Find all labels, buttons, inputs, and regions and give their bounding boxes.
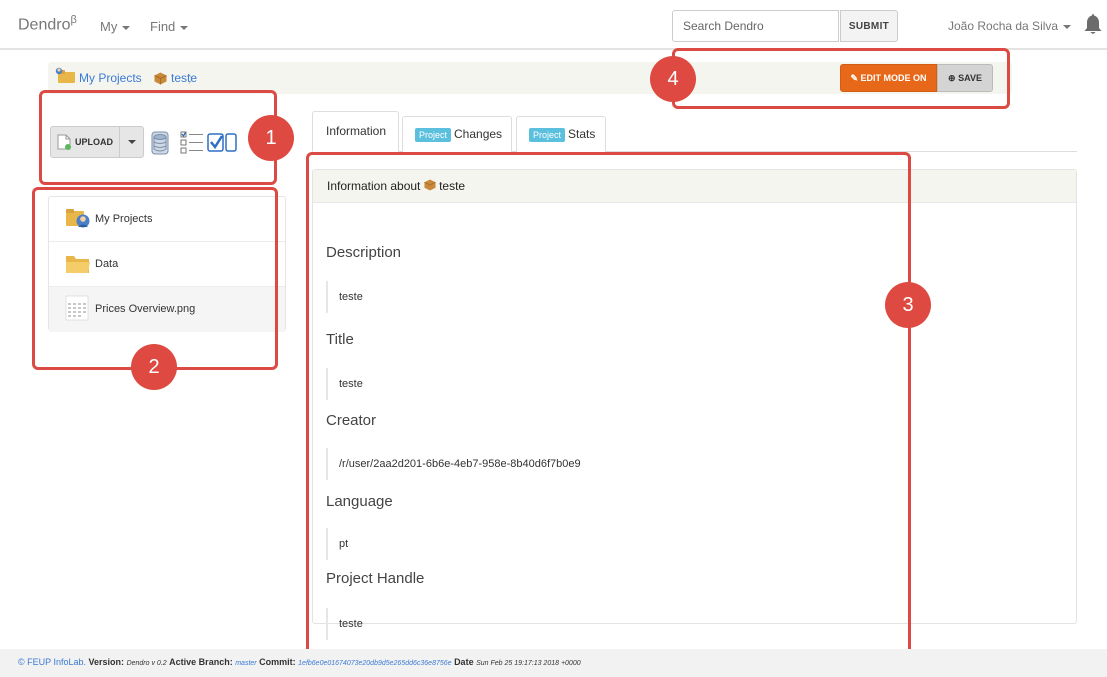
package-icon <box>154 72 167 85</box>
tab-label: Information <box>326 124 387 138</box>
breadcrumb-current-project[interactable]: teste <box>171 71 197 85</box>
tab-label: Changes <box>454 127 503 141</box>
tab-information[interactable]: Information <box>312 111 399 152</box>
search-input[interactable] <box>672 10 839 42</box>
tab-project-changes[interactable]: Project Changes <box>402 116 512 152</box>
breadcrumb-my-projects[interactable]: My Projects <box>79 71 142 85</box>
search-submit-button[interactable]: SUBMIT <box>840 10 898 42</box>
brand-beta: β <box>70 14 77 26</box>
notifications-bell-icon[interactable] <box>1084 13 1102 35</box>
find-menu-dropdown[interactable]: Find <box>150 19 189 34</box>
footer-version-label: Version: <box>88 657 125 667</box>
annotation-box-1 <box>39 90 277 185</box>
brand-name[interactable]: Dendro <box>18 16 70 33</box>
footer-date-label: Date <box>454 657 474 667</box>
project-folder-icon <box>55 67 75 83</box>
page-footer: © FEUP InfoLab. Version: Dendro v 0.2 Ac… <box>0 649 1107 677</box>
tab-label: Stats <box>568 127 596 141</box>
project-badge: Project <box>529 128 566 142</box>
annotation-box-4 <box>672 48 1010 109</box>
footer-branch-label: Active Branch: <box>169 657 233 667</box>
chevron-down-icon <box>1063 24 1072 29</box>
chevron-down-icon <box>180 25 189 30</box>
footer-branch-value[interactable]: master <box>235 660 256 667</box>
annotation-number-4: 4 <box>650 56 696 102</box>
user-menu-dropdown[interactable]: João Rocha da Silva <box>948 19 1072 33</box>
annotation-box-3 <box>306 152 911 658</box>
annotation-number-3: 3 <box>885 282 931 328</box>
footer-copyright-link[interactable]: © FEUP InfoLab. <box>18 657 86 667</box>
my-menu-dropdown[interactable]: My <box>100 19 131 34</box>
footer-commit-label: Commit: <box>259 657 296 667</box>
chevron-down-icon <box>122 25 131 30</box>
find-menu-label: Find <box>150 19 176 34</box>
annotation-number-2: 2 <box>131 344 177 390</box>
project-badge: Project <box>415 128 452 142</box>
annotation-number-1: 1 <box>248 115 294 161</box>
annotation-box-2 <box>32 187 278 370</box>
footer-date-value: Sun Feb 25 19:17:13 2018 +0000 <box>476 660 581 667</box>
top-navbar: Dendroβ My Find SUBMIT João Rocha da Sil… <box>0 0 1107 50</box>
my-menu-label: My <box>100 19 118 34</box>
footer-version-value: Dendro v 0.2 <box>126 660 167 667</box>
user-name: João Rocha da Silva <box>948 19 1059 33</box>
brand-logo[interactable]: Dendroβ <box>18 14 77 34</box>
tab-project-stats[interactable]: Project Stats <box>516 116 606 152</box>
footer-commit-value[interactable]: 1efb6e0e01674073e20db9d5e265dd6c36e8756e <box>298 660 451 667</box>
